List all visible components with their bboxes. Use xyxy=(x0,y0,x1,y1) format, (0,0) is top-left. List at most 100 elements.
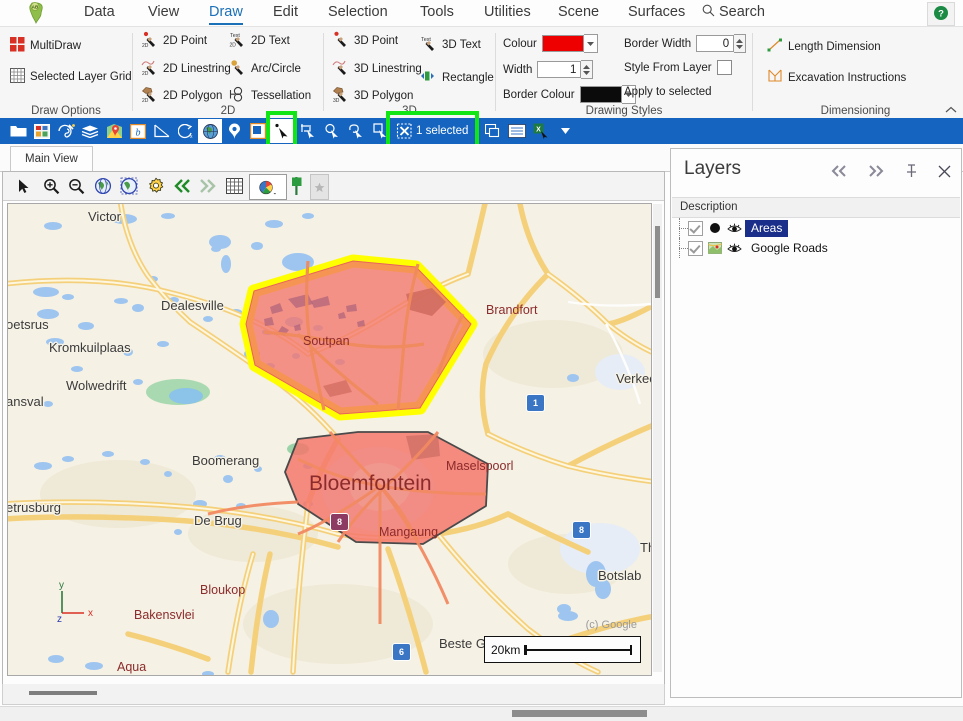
style-from-layer-field[interactable]: Style From Layer xyxy=(624,60,732,75)
layers-stack-icon[interactable] xyxy=(78,119,102,143)
collapse-left-icon[interactable] xyxy=(828,161,850,181)
border-width-stepper[interactable] xyxy=(734,34,747,53)
pointer-icon[interactable] xyxy=(13,174,37,198)
map-pin-google-icon[interactable] xyxy=(102,119,126,143)
palette-brush-icon[interactable] xyxy=(54,119,78,143)
eye-icon[interactable] xyxy=(726,220,742,236)
tessellation-button[interactable]: Tessellation xyxy=(229,86,311,106)
selected-layer-grid-button[interactable]: Selected Layer Grid xyxy=(10,68,132,86)
triangle-measure-icon[interactable] xyxy=(150,119,174,143)
open-folder-icon[interactable] xyxy=(6,119,30,143)
overflow-chevron-icon[interactable] xyxy=(553,119,577,143)
map-vertical-scrollbar[interactable] xyxy=(653,204,662,672)
2d-text-button[interactable]: Text 2D 2D Text xyxy=(229,31,290,51)
layer-row-google-roads[interactable]: Google Roads xyxy=(672,238,960,258)
tab-view[interactable]: View xyxy=(142,0,185,26)
tab-draw[interactable]: Draw xyxy=(203,0,249,26)
settings-gear-icon[interactable] xyxy=(144,174,168,198)
tree-branch xyxy=(672,238,688,258)
table-report-icon[interactable] xyxy=(505,119,529,143)
route-shield: 8 xyxy=(330,513,349,531)
arc-circle-button[interactable]: Arc/Circle xyxy=(229,59,301,79)
help-button[interactable]: ? xyxy=(927,2,955,26)
border-width-input[interactable]: 0 xyxy=(696,35,735,52)
layer-row-areas[interactable]: Areas xyxy=(672,218,960,238)
2d-polygon-button[interactable]: 2D 2D Polygon xyxy=(141,86,222,106)
colour-palette-icon[interactable] xyxy=(249,174,287,200)
2d-point-button[interactable]: 2D 2D Point xyxy=(141,31,207,51)
bookmark-flag-icon[interactable] xyxy=(289,174,305,198)
width-stepper[interactable] xyxy=(581,60,594,79)
select-rect-icon[interactable] xyxy=(296,119,320,143)
2d-polygon-label: 2D Polygon xyxy=(163,90,223,102)
apply-to-selected-label: Apply to selected xyxy=(624,86,712,98)
apply-to-selected-button[interactable]: Apply to selected xyxy=(624,86,717,98)
copy-selection-icon[interactable] xyxy=(481,119,505,143)
border-colour-field[interactable]: Border Colour xyxy=(503,85,636,104)
zoom-in-icon[interactable] xyxy=(39,174,63,198)
select-lasso-icon[interactable] xyxy=(344,119,368,143)
zoom-extents-globe-icon[interactable] xyxy=(91,174,115,198)
eye-icon[interactable] xyxy=(726,240,742,256)
border-colour-swatch[interactable] xyxy=(579,86,622,103)
expand-right-icon[interactable] xyxy=(865,161,887,181)
zoom-out-icon[interactable] xyxy=(64,174,88,198)
map-status-bar xyxy=(2,684,665,705)
bookmark-b-icon[interactable]: b xyxy=(126,119,150,143)
layer-visibility-checkbox[interactable] xyxy=(688,240,703,256)
colour-field[interactable]: Colour xyxy=(503,34,598,53)
location-pin-icon[interactable] xyxy=(222,119,246,143)
layer-visibility-checkbox[interactable] xyxy=(688,220,703,236)
2d-point-label: 2D Point xyxy=(163,35,208,47)
2d-polygon-icon: 2D xyxy=(141,86,158,106)
2d-linestring-button[interactable]: 2D 2D Linestring xyxy=(141,59,231,79)
colour-dropdown-arrow[interactable] xyxy=(583,34,598,53)
style-from-layer-checkbox[interactable] xyxy=(716,60,732,75)
map-attribution: (c) Google xyxy=(585,619,637,631)
tab-surfaces[interactable]: Surfaces xyxy=(622,0,691,26)
tab-data[interactable]: Data xyxy=(78,0,121,26)
width-label: Width xyxy=(503,63,533,76)
multidraw-button[interactable]: MultiDraw xyxy=(10,37,81,55)
3d-text-button[interactable]: Text 3D Text xyxy=(420,35,481,55)
style-from-layer-label: Style From Layer xyxy=(624,61,712,74)
spreadsheet-icon[interactable] xyxy=(30,119,54,143)
border-width-field[interactable]: Border Width 0 xyxy=(624,34,747,53)
tab-utilities[interactable]: Utilities xyxy=(478,0,537,26)
width-field[interactable]: Width 1 xyxy=(503,60,594,79)
tessellation-icon xyxy=(229,86,246,106)
length-dimension-button[interactable]: Length Dimension xyxy=(767,37,881,56)
3d-linestring-button[interactable]: 3D Linestring xyxy=(332,59,422,79)
search-button[interactable]: Search xyxy=(702,0,765,26)
width-value: 1 xyxy=(570,63,577,76)
map-viewport[interactable]: Victor Dealesville oetsrus Kromkuilplaas… xyxy=(7,203,652,676)
grid-toggle-icon[interactable] xyxy=(222,174,246,198)
zoom-selected-globe-icon[interactable] xyxy=(117,174,141,198)
tab-selection[interactable]: Selection xyxy=(322,0,394,26)
close-icon[interactable] xyxy=(933,161,955,181)
globe-icon[interactable] xyxy=(198,119,222,143)
excavation-instructions-button[interactable]: Excavation Instructions xyxy=(767,68,906,87)
tab-tools[interactable]: Tools xyxy=(414,0,460,26)
width-input[interactable]: 1 xyxy=(537,61,582,78)
svg-text:2D: 2D xyxy=(142,71,149,76)
tab-main-view[interactable]: Main View xyxy=(10,146,93,172)
3d-polygon-button[interactable]: 3D 3D Polygon xyxy=(332,86,413,106)
rectangle-button[interactable]: Rectangle xyxy=(420,69,494,86)
export-excel-icon[interactable]: X xyxy=(529,119,553,143)
ribbon-collapse-button[interactable] xyxy=(945,105,957,117)
pin-icon[interactable] xyxy=(900,161,922,181)
colour-swatch[interactable] xyxy=(541,35,584,52)
map-canvas[interactable] xyxy=(8,204,651,675)
select-circle-icon[interactable] xyxy=(320,119,344,143)
window-horizontal-scrollbar[interactable] xyxy=(0,706,963,721)
previous-view-icon[interactable] xyxy=(170,174,194,198)
star-icon[interactable] xyxy=(310,174,329,200)
tab-scene[interactable]: Scene xyxy=(552,0,605,26)
next-view-icon[interactable] xyxy=(195,174,219,198)
3d-point-button[interactable]: 3D Point xyxy=(332,31,398,51)
tab-edit[interactable]: Edit xyxy=(267,0,304,26)
svg-text:X: X xyxy=(536,126,541,133)
axis-rotate-icon[interactable]: x xyxy=(174,119,198,143)
ribbon-content: MultiDraw Selected Layer Grid Draw Optio… xyxy=(0,26,963,120)
